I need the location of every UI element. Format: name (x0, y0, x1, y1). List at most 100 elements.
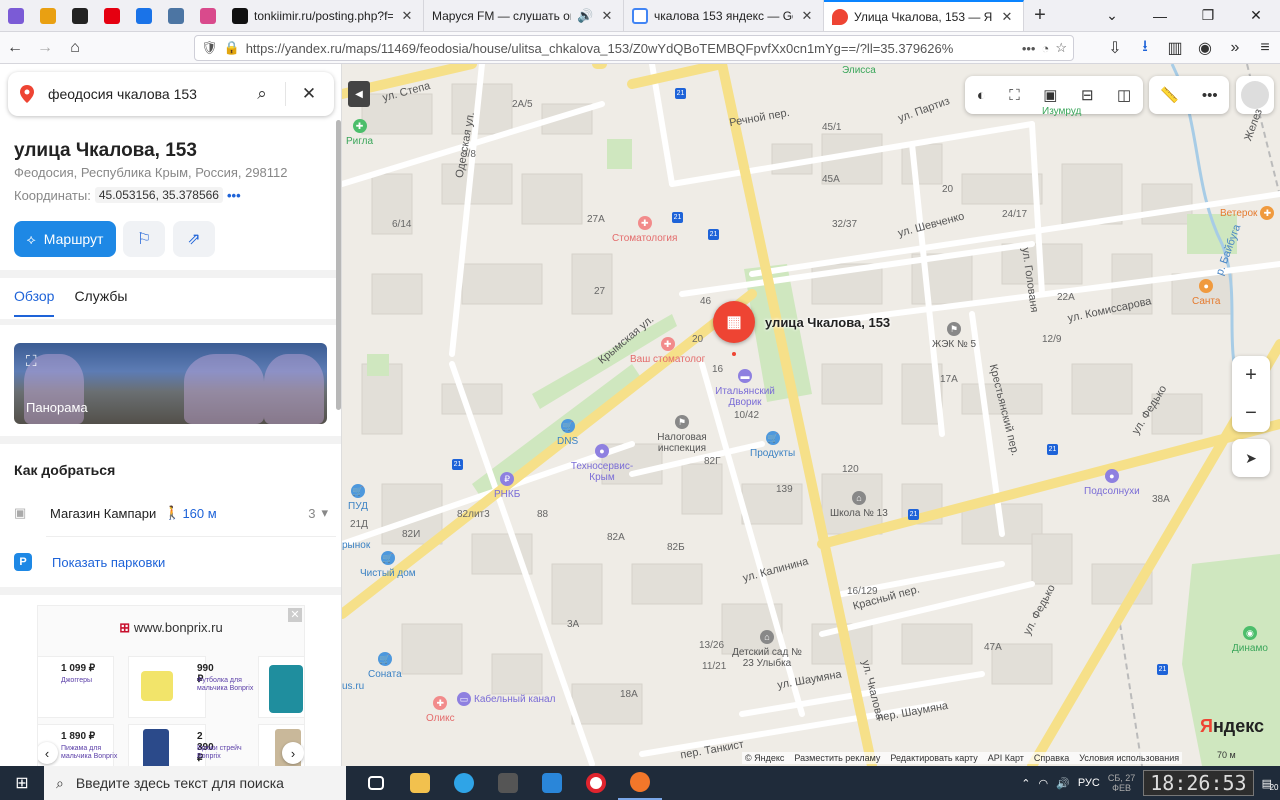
new-tab-button[interactable]: + (1024, 0, 1056, 31)
share-button[interactable]: ⇗ (173, 221, 215, 257)
layers-icon[interactable]: ◐ (977, 87, 986, 104)
bus-stop-icon[interactable]: 21 (908, 509, 919, 520)
copyright[interactable]: © Яндекс (745, 753, 784, 763)
pinned-tab-7[interactable] (192, 0, 224, 31)
clock[interactable]: 18:26:53 (1143, 770, 1254, 796)
store-button[interactable] (486, 766, 530, 800)
tab-services[interactable]: Службы (74, 288, 127, 317)
minimize-button[interactable]: — (1136, 0, 1184, 31)
menu-icon[interactable]: ≡ (1250, 34, 1280, 62)
show-parking-link[interactable]: P Показать парковки (14, 553, 165, 571)
taskbar-search-input[interactable]: Введите здесь текст для поиска (76, 775, 284, 791)
search-box[interactable]: феодосия чкалова 153 ⌕ ✕ (8, 72, 334, 116)
api-link[interactable]: API Карт (988, 753, 1024, 763)
pinned-tab-5[interactable] (128, 0, 160, 31)
poi-elissa[interactable]: Элисса (842, 65, 876, 76)
poi-podsolnukhi[interactable]: ● Подсолнухи (1084, 469, 1140, 497)
opera-button[interactable] (574, 766, 618, 800)
task-view-button[interactable] (354, 766, 398, 800)
coords-value[interactable]: 45.053156, 35.378566 (94, 187, 223, 203)
ad-link[interactable]: Разместить рекламу (794, 753, 880, 763)
traffic-icon[interactable]: ◫ (1117, 86, 1131, 104)
forward-button[interactable]: → (30, 34, 60, 62)
pinned-tab-2[interactable] (32, 0, 64, 31)
chevron-left-icon[interactable]: ‹ (38, 742, 58, 764)
close-icon[interactable]: ✕ (288, 608, 302, 622)
search-input[interactable]: феодосия чкалова 153 (48, 86, 249, 102)
poi-dinamo[interactable]: ◉ Динамо (1232, 626, 1268, 654)
ad-item[interactable] (258, 656, 304, 718)
more-icon[interactable]: ••• (1202, 87, 1218, 104)
edge-button[interactable] (442, 766, 486, 800)
ad-banner[interactable]: ⊞ www.bonprix.ru ✕ 1 099 ₽ Джоггеры 990 ₽… (37, 605, 305, 766)
notifications-icon[interactable]: ▤ 20 (1262, 777, 1279, 792)
start-button[interactable]: ⊞ (0, 766, 44, 800)
pinned-tab-4[interactable] (96, 0, 128, 31)
firefox-button[interactable] (618, 766, 662, 800)
my-location-button[interactable]: ➤ (1232, 439, 1270, 477)
pinned-tab-3[interactable] (64, 0, 96, 31)
panel-scrollbar[interactable] (336, 120, 341, 410)
poi-pud[interactable]: 🛒 ПУД (348, 484, 368, 512)
poi-clean[interactable]: 🛒 Чистый дом (360, 551, 416, 579)
poi-rigla[interactable]: ✚ Ригла (346, 119, 373, 147)
language-indicator[interactable]: РУС (1078, 777, 1100, 789)
poi-izumrud[interactable]: Изумруд (1042, 106, 1081, 117)
pinned-tab-6[interactable] (160, 0, 192, 31)
explorer-button[interactable] (398, 766, 442, 800)
tab-yandex-maps[interactable]: Улица Чкалова, 153 — Яндекс Кар ✕ (824, 0, 1024, 31)
poi-products[interactable]: 🛒 Продукты (750, 431, 795, 459)
close-window-button[interactable]: ✕ (1232, 0, 1280, 31)
poi-cable[interactable]: ▭ Кабельный канал (457, 692, 555, 706)
poi-rnkb[interactable]: ₽ РНКБ (494, 472, 520, 500)
poi-kindergarten[interactable]: ⌂ Детский сад № 23 Улыбка (727, 630, 807, 669)
chevron-down-icon[interactable]: ▾ (321, 505, 328, 521)
poi-olix[interactable]: ✚ Оликс (426, 696, 455, 724)
poi-us[interactable]: us.ru (342, 681, 364, 692)
search-icon[interactable]: ⌕ (249, 84, 275, 104)
bookmark-star-icon[interactable]: ☆ (1055, 40, 1067, 56)
poi-stomatology[interactable]: ✚ Стоматология (612, 216, 677, 244)
poi-vet[interactable]: Ветерок ✚ (1220, 206, 1275, 220)
account-icon[interactable]: ◉ (1190, 34, 1220, 62)
tab-tonkiimir[interactable]: tonkiimir.ru/posting.php?f=45&m ✕ (224, 0, 424, 31)
poi-dns[interactable]: 🛒 DNS (557, 419, 578, 447)
poi-santa[interactable]: ● Санта (1192, 279, 1220, 307)
camera-icon[interactable]: ▣ (1043, 86, 1057, 104)
transit-icon[interactable]: ⊟ (1081, 86, 1094, 104)
more-icon[interactable]: ••• (1022, 41, 1036, 56)
bus-stop-icon[interactable]: 21 (675, 88, 686, 99)
close-icon[interactable]: ✕ (999, 9, 1015, 25)
zoom-in-button[interactable]: + (1245, 364, 1257, 387)
chevron-up-icon[interactable]: ⌃ (1021, 777, 1030, 790)
bus-stop-row[interactable]: ▣ Магазин Кампари 🚶 160 м 3 ▾ (14, 502, 328, 524)
bus-stop-icon[interactable]: 21 (1157, 664, 1168, 675)
taskbar-search[interactable]: ⌕ Введите здесь текст для поиска (44, 766, 346, 800)
pocket-icon[interactable]: ◔ (1041, 41, 1049, 56)
poi-zhek[interactable]: ⚑ ЖЭК № 5 (932, 322, 976, 350)
collapse-panel-button[interactable]: ◀ (348, 81, 370, 107)
close-icon[interactable]: ✕ (599, 8, 615, 24)
close-icon[interactable]: ✕ (799, 8, 815, 24)
close-icon[interactable]: ✕ (399, 8, 415, 24)
library-icon[interactable]: ⇩ (1100, 34, 1130, 62)
tab-overview[interactable]: Обзор (14, 288, 55, 317)
map-canvas[interactable]: ◀ ◐ ⛶ ▣ ⊟ ◫ 📏 ••• + − ➤ Крымская ул. ул.… (342, 64, 1280, 766)
home-button[interactable]: ⌂ (60, 34, 90, 62)
back-button[interactable]: ← (0, 34, 30, 62)
bookmark-button[interactable]: ⚐ (123, 221, 165, 257)
speaker-icon[interactable]: 🔊 (577, 8, 593, 24)
panorama-icon[interactable]: ⛶ (1009, 87, 1020, 104)
terms-link[interactable]: Условия использования (1079, 753, 1179, 763)
download-icon[interactable]: ⭳ (1130, 34, 1160, 62)
chevron-down-icon[interactable]: ⌄ (1088, 0, 1136, 31)
pinned-tab-1[interactable] (0, 0, 32, 31)
volume-icon[interactable]: 🔊 (1056, 777, 1070, 790)
edit-map-link[interactable]: Редактировать карту (890, 753, 977, 763)
close-icon[interactable]: ✕ (296, 84, 322, 104)
sidebar-icon[interactable]: ▥ (1160, 34, 1190, 62)
bus-stop-icon[interactable]: 21 (708, 229, 719, 240)
tab-marusya[interactable]: Маруся FM — слушать онлайн 🔊 ✕ (424, 0, 624, 31)
poi-school[interactable]: ⌂ Школа № 13 (830, 491, 888, 519)
ad-item[interactable]: 990 ₽ Футболка для мальчика Bonprix (128, 656, 253, 718)
